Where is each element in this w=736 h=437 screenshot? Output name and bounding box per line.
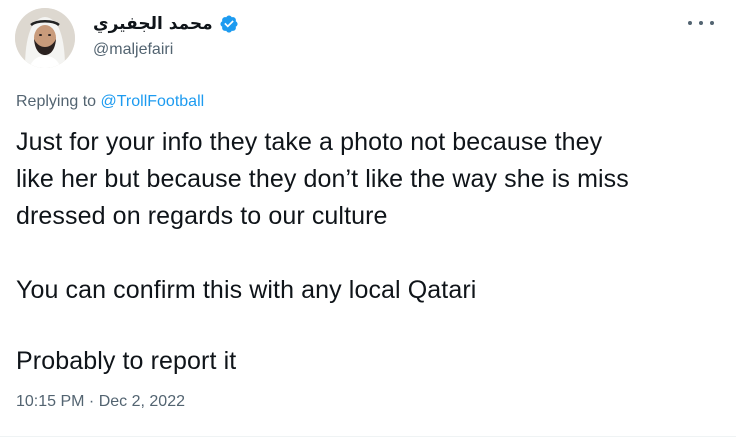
replying-to: Replying to @TrollFootball bbox=[16, 93, 204, 111]
avatar-image bbox=[15, 8, 75, 68]
avatar[interactable] bbox=[15, 8, 75, 68]
tweet-paragraph-3: Probably to report it bbox=[16, 347, 237, 375]
timestamp-separator: · bbox=[84, 393, 99, 410]
reply-to-handle-link[interactable]: @TrollFootball bbox=[101, 93, 205, 110]
verified-badge-icon bbox=[219, 14, 239, 34]
tweet-date[interactable]: Dec 2, 2022 bbox=[99, 393, 185, 410]
tweet-paragraph-1: Just for your info they take a photo not… bbox=[16, 128, 629, 230]
tweet-time[interactable]: 10:15 PM bbox=[16, 393, 84, 410]
tweet-card: محمد الجفيري @maljefairi Replying to @Tr… bbox=[0, 0, 736, 437]
more-dots-icon bbox=[710, 21, 714, 25]
more-dots-icon bbox=[688, 21, 692, 25]
display-name-row: محمد الجفيري bbox=[93, 12, 239, 36]
tweet-paragraph-2: You can confirm this with any local Qata… bbox=[16, 276, 477, 304]
display-name[interactable]: محمد الجفيري bbox=[93, 14, 213, 34]
tweet-timestamp: 10:15 PM · Dec 2, 2022 bbox=[16, 393, 185, 411]
tweet-text: Just for your info they take a photo not… bbox=[16, 124, 716, 380]
user-handle[interactable]: @maljefairi bbox=[93, 41, 239, 59]
more-dots-icon bbox=[699, 21, 703, 25]
replying-to-prefix: Replying to bbox=[16, 93, 101, 110]
more-options-button[interactable] bbox=[688, 15, 714, 31]
author-block: محمد الجفيري @maljefairi bbox=[93, 12, 239, 59]
